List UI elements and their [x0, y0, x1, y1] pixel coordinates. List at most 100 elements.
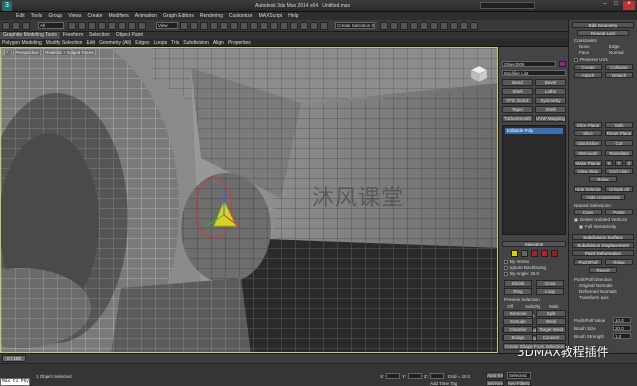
ribbon-panel-loops[interactable]: Loops	[151, 39, 169, 47]
toolbar-tool-icon[interactable]	[400, 22, 408, 30]
by-angle-checkbox[interactable]	[504, 272, 508, 276]
named-selection-set-field[interactable]: Create Selection Se	[335, 22, 375, 29]
tessellate-button[interactable]: Tessellate	[605, 150, 633, 156]
menu-customize[interactable]: Customize	[229, 12, 253, 20]
transform-axis-radio[interactable]: Transform axis	[579, 295, 609, 300]
menu-group[interactable]: Group	[48, 12, 62, 20]
polygon-mode-icon[interactable]	[541, 250, 548, 257]
edge-mode-icon[interactable]	[521, 250, 528, 257]
push-pull-button[interactable]: Push/Pull	[574, 259, 602, 265]
constraint-edge-radio[interactable]: Edge	[609, 44, 620, 49]
connect-button[interactable]: Connect	[536, 334, 566, 341]
toolbar-tool-icon[interactable]	[118, 22, 126, 30]
attach-button[interactable]: Attach	[574, 72, 602, 78]
modifier-button[interactable]: Shell	[502, 88, 533, 95]
toolbar-tool-icon[interactable]	[280, 22, 288, 30]
maximize-button[interactable]: □	[611, 1, 621, 10]
vertex-mode-icon[interactable]	[511, 250, 518, 257]
key-selection-dropdown[interactable]: Selected	[507, 372, 531, 379]
border-mode-icon[interactable]	[531, 250, 538, 257]
add-time-tag-text[interactable]: Add Time Tag	[430, 381, 457, 386]
reference-coordinate-dropdown[interactable]: View	[156, 22, 178, 29]
subdivision-displacement-header[interactable]: Subdivision Displacement	[572, 242, 634, 248]
deformed-normals-radio[interactable]: Deformed Normals	[579, 289, 617, 294]
toolbar-tool-icon[interactable]	[138, 22, 146, 30]
minimize-button[interactable]: –	[600, 1, 610, 10]
toolbar-tool-icon[interactable]	[210, 22, 218, 30]
ribbon-panel-subdivision[interactable]: Subdivision	[181, 39, 211, 47]
toolbar-tool-icon[interactable]	[2, 22, 10, 30]
grow-button[interactable]: Grow	[536, 280, 564, 287]
ribbon-tab-freeform[interactable]: Freeform	[60, 32, 86, 39]
full-interactivity-checkbox[interactable]	[579, 225, 583, 229]
ring-button[interactable]: Ring	[504, 288, 532, 295]
preserve-uvs-checkbox[interactable]	[574, 58, 578, 62]
split-button[interactable]: Split	[536, 310, 566, 317]
planar-z-button[interactable]: Z	[625, 160, 633, 166]
selection-filter-dropdown[interactable]: All	[38, 22, 64, 29]
toolbar-tool-icon[interactable]	[320, 22, 328, 30]
reset-plane-button[interactable]: Reset Plane	[605, 130, 633, 136]
create-button[interactable]: Create	[574, 64, 602, 70]
menu-graph-editors[interactable]: Graph Editors	[163, 12, 194, 20]
perspective-viewport[interactable]: [ + ] [ Perspective ] [ Realistic + Edge…	[0, 47, 498, 353]
viewport-label[interactable]: [ + ] [ Perspective ] [ Realistic + Edge…	[4, 50, 97, 55]
menu-edit[interactable]: Edit	[16, 12, 25, 20]
toolbar-tool-icon[interactable]	[78, 22, 86, 30]
ribbon-panel-properties[interactable]: Properties	[226, 39, 253, 47]
menu-help[interactable]: Help	[288, 12, 298, 20]
relax-button[interactable]: Relax	[589, 176, 617, 182]
toolbar-tool-icon[interactable]	[440, 22, 448, 30]
maxscript-listener[interactable]: Max to Physc	[0, 378, 30, 386]
preview-multi-radio[interactable]: Multi	[549, 304, 559, 309]
close-button[interactable]: ×	[623, 1, 635, 10]
toolbar-tool-icon[interactable]	[270, 22, 278, 30]
toolbar-tool-icon[interactable]	[220, 22, 228, 30]
set-key-button[interactable]: Set Key	[486, 380, 504, 386]
ribbon-panel-geometry-all-[interactable]: Geometry (All)	[97, 39, 133, 47]
coord-z-field[interactable]	[430, 373, 444, 379]
detach-button[interactable]: Detach	[605, 72, 633, 78]
key-filters-button[interactable]: Key Filters...	[507, 380, 531, 386]
menu-animation[interactable]: Animation	[135, 12, 157, 20]
slice-button[interactable]: Slice	[574, 130, 602, 136]
menu-rendering[interactable]: Rendering	[200, 12, 223, 20]
remove-button[interactable]: Remove	[503, 310, 533, 317]
slice-plane-button[interactable]: Slice Plane	[574, 122, 602, 128]
weld-button[interactable]: Weld	[536, 318, 566, 325]
bridge-button[interactable]: Bridge	[503, 334, 533, 341]
toolbar-tool-icon[interactable]	[190, 22, 198, 30]
brush-strength-field[interactable]: 1.0	[613, 333, 631, 339]
copy-button[interactable]: Copy	[574, 209, 602, 215]
object-color-swatch[interactable]	[559, 61, 566, 67]
toolbar-tool-icon[interactable]	[108, 22, 116, 30]
hide-unselected-button[interactable]: Hide Unselected	[581, 194, 625, 200]
modifier-list-dropdown[interactable]: Modifier List	[502, 70, 566, 76]
coord-y-field[interactable]	[408, 373, 422, 379]
by-vertex-checkbox[interactable]	[504, 260, 508, 264]
planar-y-button[interactable]: Y	[615, 160, 623, 166]
element-mode-icon[interactable]	[551, 250, 558, 257]
ribbon-panel-edges[interactable]: Edges	[133, 39, 151, 47]
ribbon-tab-object-paint[interactable]: Object Paint	[113, 32, 146, 39]
toolbar-tool-icon[interactable]	[410, 22, 418, 30]
brush-size-field[interactable]: 20.0	[613, 325, 631, 331]
collapse-button[interactable]: Collapse	[605, 64, 633, 70]
ribbon-tab-selection[interactable]: Selection	[86, 32, 113, 39]
ribbon-tab-graphite-modeling-tools[interactable]: Graphite Modeling Tools	[0, 32, 60, 39]
target-weld-button[interactable]: Target Weld	[536, 326, 566, 333]
modifier-button[interactable]: Symmetry	[535, 97, 566, 104]
ribbon-panel-modify-selection[interactable]: Modify Selection	[44, 39, 85, 47]
toolbar-tool-icon[interactable]	[430, 22, 438, 30]
toolbar-tool-icon[interactable]	[310, 22, 318, 30]
repeat-last-button[interactable]: Repeat Last	[577, 30, 629, 36]
paste-button[interactable]: Paste	[605, 209, 633, 215]
ribbon-panel-align[interactable]: Align	[211, 39, 226, 47]
edit-geometry-header[interactable]: Edit Geometry	[572, 22, 634, 28]
unhide-all-button[interactable]: Unhide All	[605, 186, 633, 192]
preview-subobj-radio[interactable]: SubObj	[525, 304, 540, 309]
paint-deformation-header[interactable]: Paint Deformation	[572, 250, 634, 256]
modifier-button[interactable]: FFD 3x3x3	[502, 97, 533, 104]
modifier-stack[interactable]: Editable Poly	[502, 125, 566, 235]
constraint-face-radio[interactable]: Face	[579, 50, 589, 55]
